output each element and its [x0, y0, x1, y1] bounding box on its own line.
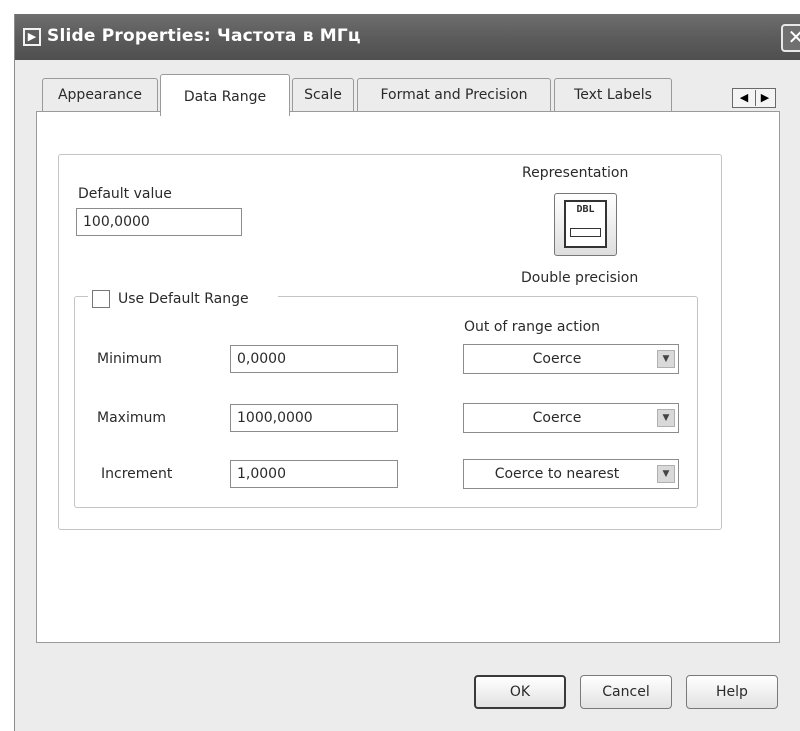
minimum-out-of-range-select[interactable]: Coerce ▼ — [463, 344, 679, 374]
close-button[interactable]: ✕ — [781, 24, 800, 52]
out-of-range-action-label: Out of range action — [464, 319, 601, 335]
window-title: Slide Properties: Частота в МГц — [47, 26, 361, 46]
numeric-bar-icon — [570, 228, 601, 237]
maximum-input[interactable] — [230, 404, 398, 432]
labview-app-icon: ▶ — [23, 28, 41, 46]
maximum-out-of-range-select[interactable]: Coerce ▼ — [463, 403, 679, 433]
tab-appearance[interactable]: Appearance — [42, 78, 158, 112]
tab-format-and-precision[interactable]: Format and Precision — [357, 78, 551, 112]
use-default-range-label: Use Default Range — [118, 291, 249, 307]
tab-scroll-left-icon[interactable]: ◀ — [735, 90, 753, 106]
chevron-down-icon[interactable]: ▼ — [657, 350, 675, 368]
default-value-label: Default value — [78, 186, 172, 202]
tab-text-labels[interactable]: Text Labels — [554, 78, 672, 112]
chevron-down-icon[interactable]: ▼ — [657, 409, 675, 427]
representation-label: Representation — [522, 165, 629, 181]
increment-label: Increment — [101, 466, 173, 482]
tab-scroll-arrows: ◀ ▶ — [732, 88, 776, 108]
title-bar[interactable]: ▶ Slide Properties: Частота в МГц ✕ — [15, 14, 800, 60]
minimum-label: Minimum — [97, 351, 162, 367]
default-value-input[interactable] — [76, 208, 242, 236]
minimum-input[interactable] — [230, 345, 398, 373]
ok-button[interactable]: OK — [474, 675, 566, 709]
dbl-representation-icon: DBL — [564, 200, 607, 248]
representation-type-label: Double precision — [521, 270, 639, 286]
increment-input[interactable] — [230, 460, 398, 488]
chevron-down-icon[interactable]: ▼ — [657, 465, 675, 483]
increment-action-value: Coerce to nearest — [494, 466, 620, 482]
use-default-range-checkbox[interactable] — [92, 290, 110, 308]
representation-button[interactable]: DBL — [554, 193, 617, 256]
tab-scroll-right-icon[interactable]: ▶ — [755, 90, 774, 106]
help-button[interactable]: Help — [686, 675, 778, 709]
maximum-label: Maximum — [97, 410, 166, 426]
tab-scale[interactable]: Scale — [292, 78, 354, 112]
cancel-button[interactable]: Cancel — [580, 675, 672, 709]
maximum-action-value: Coerce — [532, 410, 582, 426]
dbl-icon-text: DBL — [576, 204, 595, 215]
increment-out-of-range-select[interactable]: Coerce to nearest ▼ — [463, 459, 679, 489]
tab-data-range[interactable]: Data Range — [160, 74, 290, 116]
minimum-action-value: Coerce — [532, 351, 582, 367]
